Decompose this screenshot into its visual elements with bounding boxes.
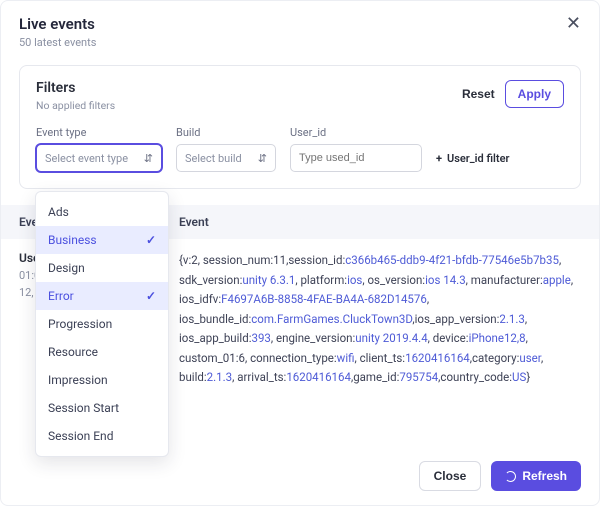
event-type-label: Event type xyxy=(36,126,162,139)
user-id-input[interactable] xyxy=(290,144,422,172)
page-subtitle: 50 latest events xyxy=(19,36,96,49)
ios-app-version-link[interactable]: 2.1.3 xyxy=(499,312,524,326)
sdk-version-link[interactable]: unity 6.3.1 xyxy=(242,273,295,287)
option-resource[interactable]: Resource xyxy=(36,338,168,366)
option-error[interactable]: Error✓ xyxy=(36,282,168,310)
arrival-ts-link[interactable]: 1620416164 xyxy=(286,370,351,384)
option-design[interactable]: Design xyxy=(36,254,168,282)
option-progression[interactable]: Progression xyxy=(36,310,168,338)
filters-subtitle: No applied filters xyxy=(36,99,115,112)
filters-card: Filters No applied filters Reset Apply E… xyxy=(19,65,581,189)
live-events-modal: Live events 50 latest events ✕ Filters N… xyxy=(0,0,600,506)
engine-version-link[interactable]: unity 2019.4.4 xyxy=(355,331,427,345)
refresh-label: Refresh xyxy=(522,469,567,483)
os-version-link[interactable]: ios 14.3 xyxy=(425,273,466,287)
build-link[interactable]: 2.1.3 xyxy=(207,370,232,384)
filters-title: Filters xyxy=(36,80,115,96)
check-icon: ✓ xyxy=(146,233,156,247)
modal-header: Live events 50 latest events ✕ xyxy=(1,1,599,59)
close-button[interactable]: Close xyxy=(419,461,482,491)
option-impression[interactable]: Impression xyxy=(36,366,168,394)
check-icon: ✓ xyxy=(146,289,156,303)
game-id-link[interactable]: 795754 xyxy=(399,370,438,384)
option-business[interactable]: Business✓ xyxy=(36,226,168,254)
client-ts-link[interactable]: 1620416164 xyxy=(405,351,470,365)
add-filter-label: User_id filter xyxy=(447,152,509,165)
refresh-icon xyxy=(505,471,516,482)
col-header-details: Event xyxy=(179,215,581,229)
row-details: {v:2, session_num:11,session_id:c366b465… xyxy=(179,251,581,388)
platform-link[interactable]: ios xyxy=(347,273,362,287)
ios-bundle-id-link[interactable]: com.FarmGames.CluckTown3D xyxy=(251,312,412,326)
option-session-start[interactable]: Session Start xyxy=(36,394,168,422)
apply-button[interactable]: Apply xyxy=(505,80,564,108)
option-ads[interactable]: Ads xyxy=(36,198,168,226)
header-titles: Live events 50 latest events xyxy=(19,15,96,49)
ios-app-build-link[interactable]: 393 xyxy=(252,331,271,345)
filters-heading: Filters No applied filters xyxy=(36,80,115,112)
chevron-updown-icon: ⇵ xyxy=(258,152,267,165)
close-icon[interactable]: ✕ xyxy=(566,15,581,33)
add-user-id-filter-button[interactable]: + User_id filter xyxy=(436,144,509,172)
reset-button[interactable]: Reset xyxy=(462,87,495,101)
plus-icon: + xyxy=(436,152,442,165)
build-placeholder: Select build xyxy=(185,152,242,165)
connection-type-link[interactable]: wifi xyxy=(337,351,355,365)
refresh-button[interactable]: Refresh xyxy=(491,461,581,491)
category-link[interactable]: user xyxy=(519,351,541,365)
modal-footer: Close Refresh xyxy=(1,449,599,505)
device-link[interactable]: iPhone12,8 xyxy=(469,331,526,345)
event-type-select[interactable]: Select event type ⇵ xyxy=(36,144,162,172)
country-code-link[interactable]: US xyxy=(512,370,526,384)
page-title: Live events xyxy=(19,15,96,33)
user-id-label: User_id xyxy=(290,126,422,139)
chevron-updown-icon: ⇵ xyxy=(144,152,153,165)
event-type-dropdown[interactable]: Ads Business✓ Design Error✓ Progression … xyxy=(35,191,169,457)
event-type-placeholder: Select event type xyxy=(45,152,128,165)
build-select[interactable]: Select build ⇵ xyxy=(176,144,276,172)
build-label: Build xyxy=(176,126,276,139)
option-session-end[interactable]: Session End xyxy=(36,422,168,450)
manufacturer-link[interactable]: apple xyxy=(543,273,571,287)
session-id-link[interactable]: c366b465-ddb9-4f21-bfdb-77546e5b7b35 xyxy=(345,253,559,267)
ios-idfv-link[interactable]: F4697A6B-8858-4FAE-BA4A-682D14576 xyxy=(221,292,427,306)
